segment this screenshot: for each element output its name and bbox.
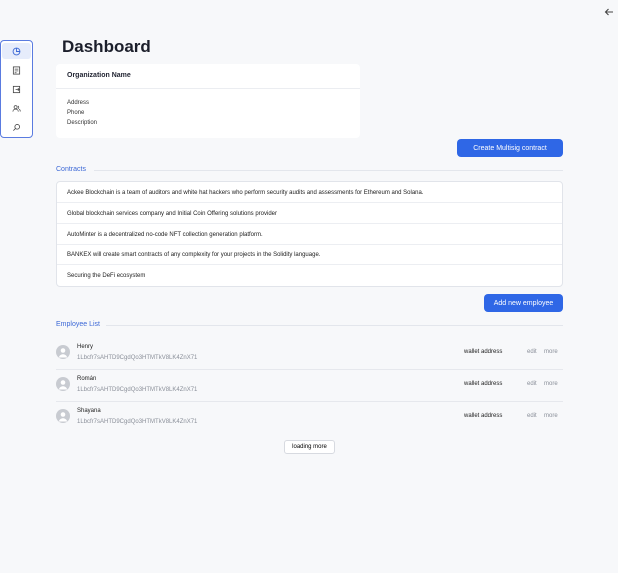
wallet-address-label: wallet address [464,413,503,419]
sidebar-item-exit[interactable] [2,81,31,97]
contract-item[interactable]: Global blockchain services company and I… [57,204,562,224]
page-title: Dashboard [62,37,151,56]
sidebar-item-search[interactable] [2,119,31,135]
avatar [56,377,70,391]
contracts-divider [94,170,563,171]
employee-name: Shayana [77,408,101,414]
sidebar-nav [0,40,33,138]
organization-address: Address [67,100,90,106]
employee-wallet: 1Lbcfr7sAHTD9CgdQo3HTMTkV8LK4ZnX71 [77,387,198,393]
user-avatar-icon [58,412,68,422]
wallet-address-label: wallet address [464,349,503,355]
organization-description: Description [67,120,98,126]
employee-wallet: 1Lbcfr7sAHTD9CgdQo3HTMTkV8LK4ZnX71 [77,419,198,425]
edit-link[interactable]: edit [527,349,537,355]
user-avatar-icon [58,380,68,390]
sidebar-item-dashboard[interactable] [2,43,31,59]
contracts-list: Ackee Blockchain is a team of auditors a… [56,181,563,287]
sidebar-item-documents[interactable] [2,62,31,78]
search-icon [13,124,20,131]
contract-item[interactable]: Ackee Blockchain is a team of auditors a… [57,183,562,203]
users-icon [12,105,21,112]
document-icon [12,66,21,75]
employee-name: Román [77,376,97,382]
more-link[interactable]: more [544,381,558,387]
employee-list-divider [106,325,563,326]
organization-card: Organization Name Address Phone Descript… [56,64,360,138]
employee-list-title: Employee List [56,321,100,328]
edit-link[interactable]: edit [527,381,537,387]
organization-divider [56,88,360,89]
back-arrow-icon[interactable] [601,5,617,21]
contracts-title: Contracts [56,166,86,173]
wallet-address-label: wallet address [464,381,503,387]
employee-name: Henry [77,344,94,350]
employee-row: Henry 1Lbcfr7sAHTD9CgdQo3HTMTkV8LK4ZnX71… [56,338,563,370]
sidebar-item-users[interactable] [2,100,31,116]
organization-phone: Phone [67,110,85,116]
create-multisig-button[interactable]: Create Multisig contract [457,139,563,157]
edit-link[interactable]: edit [527,413,537,419]
more-link[interactable]: more [544,349,558,355]
more-link[interactable]: more [544,413,558,419]
add-employee-button[interactable]: Add new employee [484,294,563,312]
employee-row: Román 1Lbcfr7sAHTD9CgdQo3HTMTkV8LK4ZnX71… [56,370,563,402]
load-more-button[interactable]: loading more [284,440,335,454]
employee-row: Shayana 1Lbcfr7sAHTD9CgdQo3HTMTkV8LK4ZnX… [56,402,563,434]
user-avatar-icon [58,348,68,358]
logout-box-icon [12,85,21,94]
contract-item[interactable]: BANKEX will create smart contracts of an… [57,245,562,265]
pie-chart-icon [12,47,21,56]
avatar [56,345,70,359]
contract-item[interactable]: AutoMinter is a decentralized no-code NF… [57,225,562,245]
employee-wallet: 1Lbcfr7sAHTD9CgdQo3HTMTkV8LK4ZnX71 [77,355,198,361]
avatar [56,409,70,423]
organization-name: Organization Name [67,72,131,79]
contract-item[interactable]: Securing the DeFi ecosystem [57,266,562,286]
